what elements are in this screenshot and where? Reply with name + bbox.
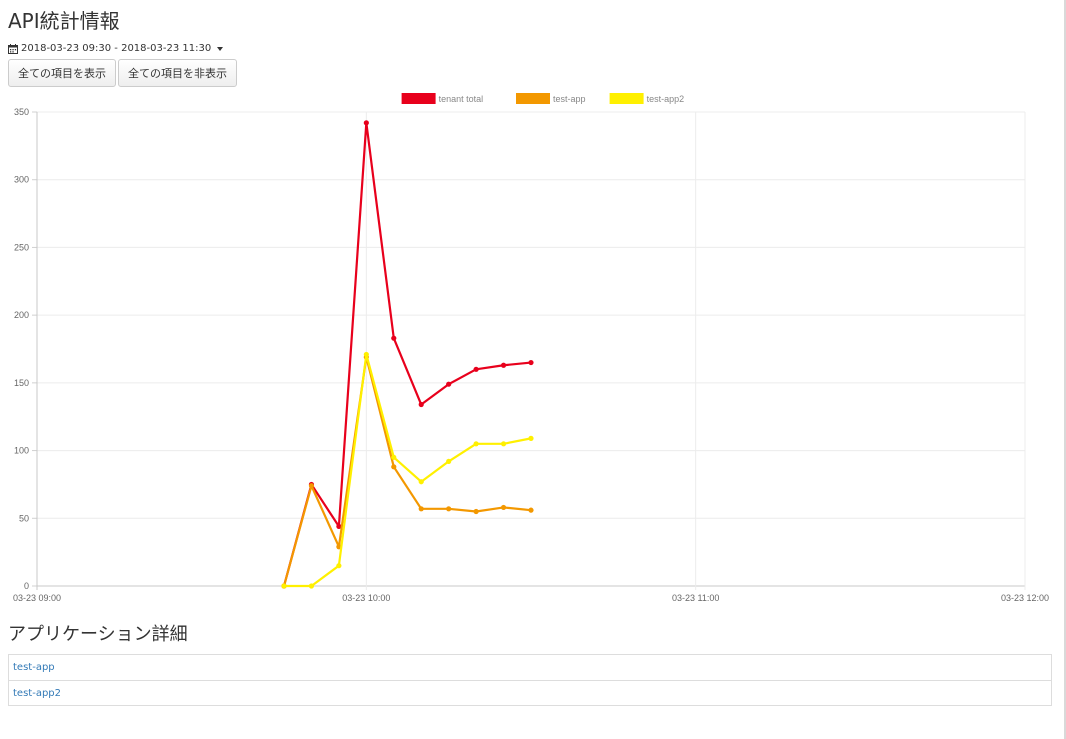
data-point — [500, 441, 507, 447]
series-line — [282, 356, 532, 587]
y-tick-label: 250 — [14, 242, 29, 252]
list-item: test-app — [9, 655, 1051, 680]
x-tick-label: 03-23 12:00 — [1001, 593, 1049, 603]
y-tick-label: 50 — [19, 513, 29, 523]
application-link[interactable]: test-app2 — [13, 688, 61, 699]
section-title-applications: アプリケーション詳細 — [8, 624, 188, 645]
show-all-button[interactable]: 全ての項目を表示 — [8, 59, 116, 87]
data-point — [446, 381, 452, 387]
calendar-icon — [8, 43, 18, 54]
data-point — [363, 351, 369, 358]
data-point — [336, 563, 342, 569]
data-point — [528, 435, 534, 441]
application-link[interactable]: test-app — [13, 662, 55, 673]
data-point — [308, 583, 315, 589]
data-point — [500, 362, 507, 368]
legend-label: test-app2 — [647, 94, 685, 104]
hide-all-button[interactable]: 全ての項目を非表示 — [118, 59, 237, 87]
y-tick-label: 0 — [24, 581, 29, 591]
data-point — [391, 464, 397, 470]
date-range-label: 2018-03-23 09:30 - 2018-03-23 11:30 — [21, 43, 212, 54]
data-point — [281, 583, 287, 589]
y-tick-label: 100 — [14, 446, 29, 456]
data-point — [418, 401, 424, 408]
data-point — [446, 506, 452, 512]
legend-label: tenant total — [439, 94, 484, 104]
api-stats-chart: 0 50 100 150 200 250 300 350 03-23 09:00 03-23 10… — [13, 93, 1049, 603]
legend-label: test-app — [553, 94, 586, 104]
list-item: test-app2 — [9, 680, 1051, 705]
legend-swatch — [516, 93, 550, 104]
data-point — [528, 359, 534, 366]
data-point — [391, 454, 397, 460]
data-point — [473, 366, 479, 372]
page-title: API統計情報 — [8, 9, 120, 33]
data-point — [500, 504, 507, 511]
data-point — [391, 335, 397, 341]
data-point — [473, 508, 479, 515]
x-tick-label: 03-23 09:00 — [13, 593, 61, 603]
application-list: test-app test-app2 — [8, 654, 1052, 706]
legend-swatch — [609, 93, 644, 104]
data-point — [363, 120, 369, 126]
data-point — [308, 483, 315, 489]
data-point — [446, 458, 452, 465]
y-tick-label: 300 — [14, 175, 29, 185]
data-point — [473, 441, 479, 447]
y-tick-label: 150 — [14, 378, 29, 388]
legend-swatch — [401, 93, 436, 104]
data-point — [528, 507, 534, 513]
series-line — [284, 353, 532, 588]
series-line — [282, 121, 532, 587]
data-point — [418, 506, 424, 512]
x-tick-label: 03-23 10:00 — [342, 593, 390, 603]
y-tick-label: 350 — [14, 107, 29, 117]
y-tick-label: 200 — [14, 310, 29, 320]
toggle-buttons: 全ての項目を表示 全ての項目を非表示 — [8, 59, 237, 87]
data-point — [418, 479, 424, 485]
date-range-picker[interactable]: 2018-03-23 09:30 - 2018-03-23 11:30 — [8, 43, 224, 54]
caret-down-icon — [217, 46, 224, 51]
page: API統計情報 2018-03-23 09:30 - 2018-03-23 11… — [0, 0, 1066, 739]
x-tick-label: 03-23 11:00 — [672, 593, 719, 603]
